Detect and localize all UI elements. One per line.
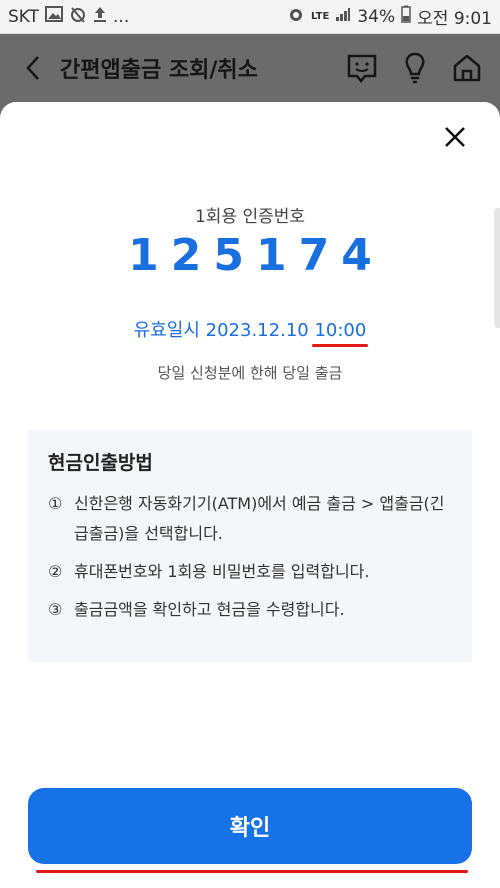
withdrawal-guide: 현금인출방법 ① 신한은행 자동화기기(ATM)에서 예금 출금 > 앱출금(긴… xyxy=(28,430,472,662)
confirm-highlight-underline xyxy=(36,870,468,873)
guide-step-text: 출금금액을 확인하고 현금을 수령합니다. xyxy=(74,600,345,619)
chat-button[interactable] xyxy=(346,53,378,83)
back-button[interactable] xyxy=(18,53,48,83)
tips-button[interactable] xyxy=(404,52,426,84)
guide-step-number: ② xyxy=(48,562,63,581)
guide-step-2: ② 휴대폰번호와 1회용 비밀번호를 입력합니다. xyxy=(48,557,452,587)
guide-step-number: ① xyxy=(48,494,63,513)
battery-icon xyxy=(401,5,411,28)
status-bar: SKT ... LTE 34% 오전 9:01 xyxy=(0,0,500,34)
alarm-off-icon xyxy=(69,5,87,28)
more-notifications: ... xyxy=(113,6,130,27)
header-actions xyxy=(346,52,482,84)
battery-percent: 34% xyxy=(357,6,396,27)
expiry-label: 유효일시 xyxy=(133,320,200,341)
app-header: 간편앱출금 조회/취소 xyxy=(0,34,500,102)
guide-title: 현금인출방법 xyxy=(48,452,153,474)
scrollbar[interactable] xyxy=(494,208,500,328)
clock: 오전 9:01 xyxy=(417,9,492,29)
alarm-icon xyxy=(287,5,305,28)
page-title: 간편앱출금 조회/취소 xyxy=(60,58,258,83)
chevron-left-icon xyxy=(26,56,39,80)
guide-step-number: ③ xyxy=(48,600,63,619)
expiry-date: 2023.12.10 xyxy=(205,320,309,341)
image-notification-icon xyxy=(45,6,64,27)
lightbulb-icon xyxy=(405,52,425,84)
guide-step-3: ③ 출금금액을 확인하고 현금을 수령합니다. xyxy=(48,595,452,625)
auth-code-sheet: 1회용 인증번호 125174 유효일시 2023.12.10 10:00 당일… xyxy=(0,102,500,888)
auth-code-label: 1회용 인증번호 xyxy=(194,207,306,227)
close-icon xyxy=(445,127,465,147)
guide-step-text: 휴대폰번호와 1회용 비밀번호를 입력합니다. xyxy=(74,562,370,581)
guide-step-text: 신한은행 자동화기기(ATM)에서 예금 출금 > 앱출금(긴급출금)을 선택합… xyxy=(74,494,445,543)
auth-code-value: 125174 xyxy=(128,230,384,281)
same-day-note: 당일 신청분에 한해 당일 출금 xyxy=(157,364,343,382)
home-button[interactable] xyxy=(452,53,482,83)
guide-step-1: ① 신한은행 자동화기기(ATM)에서 예금 출금 > 앱출금(긴급출금)을 선… xyxy=(48,489,452,549)
status-left: SKT ... xyxy=(8,5,129,28)
chat-icon xyxy=(347,54,377,83)
upload-icon xyxy=(93,5,107,28)
carrier-label: SKT xyxy=(8,6,40,27)
signal-icon xyxy=(335,6,351,27)
expiry-time: 10:00 xyxy=(312,320,369,347)
expiry-row: 유효일시 2023.12.10 10:00 xyxy=(0,316,500,347)
close-button[interactable] xyxy=(440,122,470,152)
confirm-button[interactable]: 확인 xyxy=(28,788,472,864)
status-right: LTE 34% 오전 9:01 xyxy=(287,4,492,29)
network-type: LTE xyxy=(310,11,330,22)
home-icon xyxy=(453,54,481,82)
